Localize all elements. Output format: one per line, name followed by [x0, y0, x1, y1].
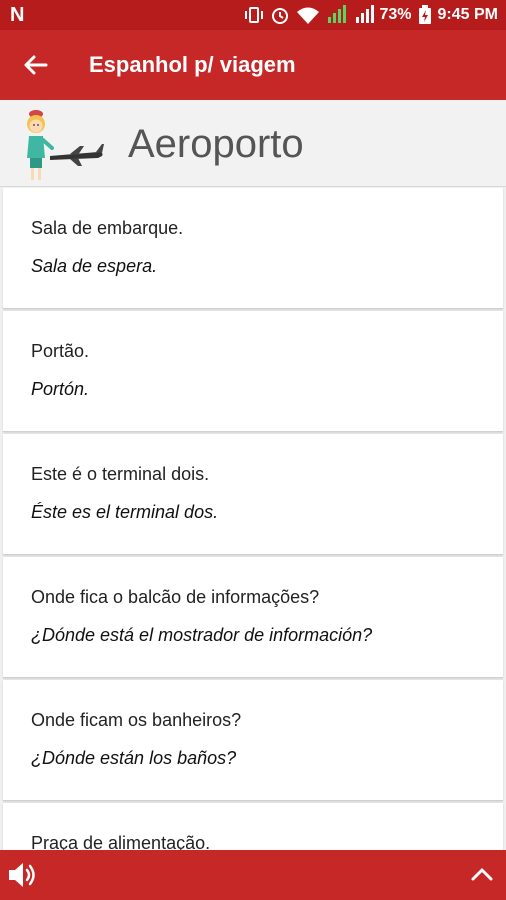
- app-bar: Espanhol p/ viagem: [0, 30, 506, 100]
- phrase-card[interactable]: Onde ficam os banheiros? ¿Dónde están lo…: [3, 680, 503, 801]
- phrase-card[interactable]: Onde fica o balcão de informações? ¿Dónd…: [3, 557, 503, 678]
- category-header: Aeroporto: [0, 100, 506, 187]
- speaker-icon[interactable]: [6, 860, 40, 890]
- flight-attendant-plane-illustration: [27, 110, 104, 180]
- battery-charging-icon: [418, 5, 431, 24]
- arrow-left-icon[interactable]: [20, 50, 50, 80]
- battery-percent: 73%: [379, 6, 412, 23]
- phrase-spanish: Éste es el terminal dos.: [31, 502, 219, 522]
- phrase-portuguese: Este é o terminal dois.: [31, 464, 210, 484]
- phrase-spanish: Sala de espera.: [31, 256, 158, 276]
- phrase-portuguese: Onde fica o balcão de informações?: [31, 587, 320, 607]
- alarm-icon: [271, 8, 288, 24]
- vibrate-icon: [244, 7, 263, 23]
- phrase-spanish: ¿Dónde están los baños?: [31, 748, 237, 768]
- phrase-portuguese: Onde ficam os banheiros?: [31, 710, 242, 730]
- phrase-spanish: Portón.: [31, 379, 90, 399]
- phrase-card[interactable]: Sala de embarque. Sala de espera.: [3, 188, 503, 309]
- phrase-portuguese: Portão.: [31, 341, 90, 361]
- clock: 9:45 PM: [437, 6, 498, 23]
- phrase-card[interactable]: Praça de alimentação.: [3, 803, 503, 850]
- phrase-card[interactable]: Este é o terminal dois. Éste es el termi…: [3, 434, 503, 555]
- wifi-icon: [296, 7, 319, 24]
- phrase-spanish: ¿Dónde está el mostrador de información?: [31, 625, 373, 645]
- signal-icon: [355, 5, 374, 23]
- phrase-portuguese: Praça de alimentação.: [31, 833, 211, 850]
- status-bar: N 73% 9:45 PM: [0, 0, 506, 30]
- status-left-icon: N: [10, 4, 25, 26]
- chevron-up-icon[interactable]: [470, 864, 494, 884]
- category-title: Aeroporto: [128, 122, 304, 166]
- phrase-list[interactable]: Sala de embarque. Sala de espera. Portão…: [0, 188, 506, 850]
- signal-4g-icon: [327, 5, 346, 23]
- status-right: 73% 9:45 PM: [244, 0, 498, 30]
- bottom-player-bar: [0, 850, 506, 900]
- phrase-card[interactable]: Portão. Portón.: [3, 311, 503, 432]
- app-title: Espanhol p/ viagem: [89, 52, 296, 77]
- phrase-portuguese: Sala de embarque.: [31, 218, 184, 238]
